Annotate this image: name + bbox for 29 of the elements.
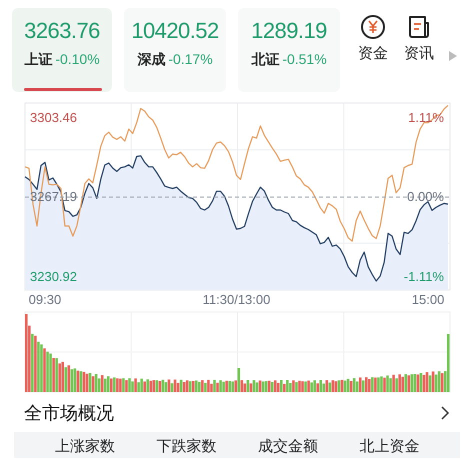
axis-label: 3303.46	[30, 110, 77, 126]
index-value: 10420.52	[131, 18, 219, 44]
time-label: 15:00	[412, 292, 444, 308]
stat-tab[interactable]: 成交金额	[258, 438, 318, 456]
index-value: 1289.19	[251, 18, 327, 44]
index-change: -0.51%	[282, 50, 327, 68]
stat-tab[interactable]: 上涨家数	[54, 438, 115, 456]
percent-label: 0.00%	[407, 189, 444, 206]
index-change: -0.17%	[168, 50, 213, 68]
index-tab[interactable]: 10420.52 深成 -0.17%	[124, 8, 226, 92]
time-label: 11:30/13:00	[202, 292, 270, 308]
index-name: 北证	[251, 50, 280, 68]
index-tab[interactable]: 1289.19 北证 -0.51%	[238, 8, 340, 92]
chevron-right-icon[interactable]	[440, 405, 450, 421]
document-icon	[406, 14, 432, 40]
percent-label: -1.11%	[404, 268, 444, 285]
time-label: 09:30	[28, 292, 62, 308]
yuan-coin-icon	[360, 14, 386, 40]
section-title: 全市场概况	[24, 402, 114, 424]
axis-label: 3230.92	[30, 268, 77, 285]
shortcut-button[interactable]: 资讯	[404, 14, 434, 64]
stat-tab[interactable]: 下跌家数	[156, 438, 216, 456]
index-name: 上证	[24, 50, 52, 68]
index-name: 深成	[137, 50, 166, 68]
shortcut-button[interactable]: 资金	[358, 14, 388, 64]
index-change: -0.10%	[55, 50, 100, 68]
index-tab[interactable]: 3263.76 上证 -0.10%	[12, 8, 112, 92]
stat-tab[interactable]: 北上资金	[359, 438, 420, 456]
index-value: 3263.76	[24, 18, 100, 44]
